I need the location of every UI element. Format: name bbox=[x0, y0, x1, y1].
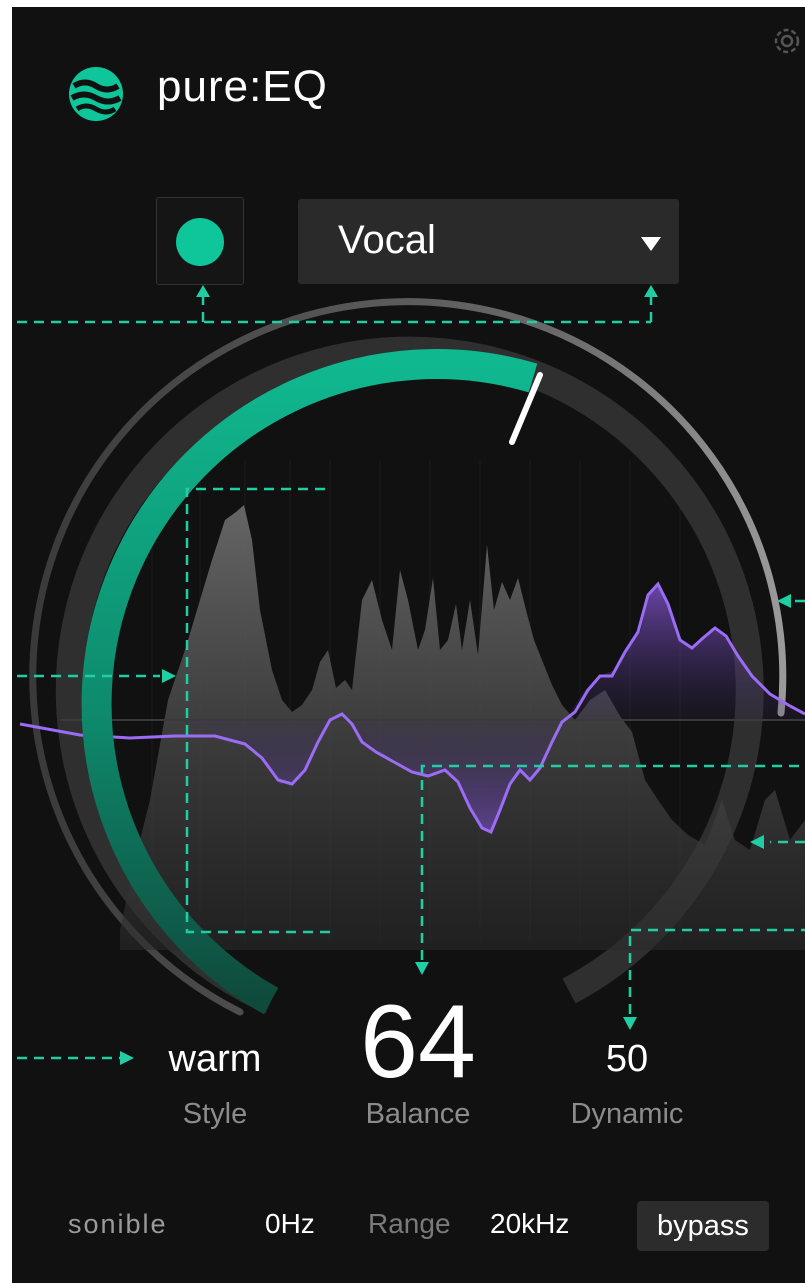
dynamic-label: Dynamic bbox=[570, 1098, 684, 1130]
bypass-button[interactable]: bypass bbox=[637, 1201, 769, 1251]
range-label: Range bbox=[368, 1208, 451, 1239]
app-title: pure:EQ bbox=[157, 62, 328, 111]
eq-boost-fill bbox=[560, 584, 805, 720]
gear-icon[interactable] bbox=[770, 24, 804, 58]
style-value[interactable]: warm bbox=[150, 1040, 280, 1078]
dropdown-arrow-icon bbox=[641, 237, 661, 251]
enable-indicator-icon bbox=[176, 218, 224, 266]
range-low-value[interactable]: 0Hz bbox=[265, 1210, 315, 1238]
range-high-value[interactable]: 20kHz bbox=[490, 1210, 569, 1238]
pure-eq-logo-icon bbox=[69, 67, 123, 121]
balance-value[interactable]: 64 bbox=[318, 990, 518, 1094]
dynamic-value[interactable]: 50 bbox=[560, 1040, 694, 1078]
style-label: Style bbox=[182, 1098, 248, 1130]
sonible-brand-logo: sonible bbox=[68, 1209, 168, 1239]
balance-label: Balance bbox=[365, 1098, 471, 1130]
preset-selected-label: Vocal bbox=[338, 218, 436, 262]
